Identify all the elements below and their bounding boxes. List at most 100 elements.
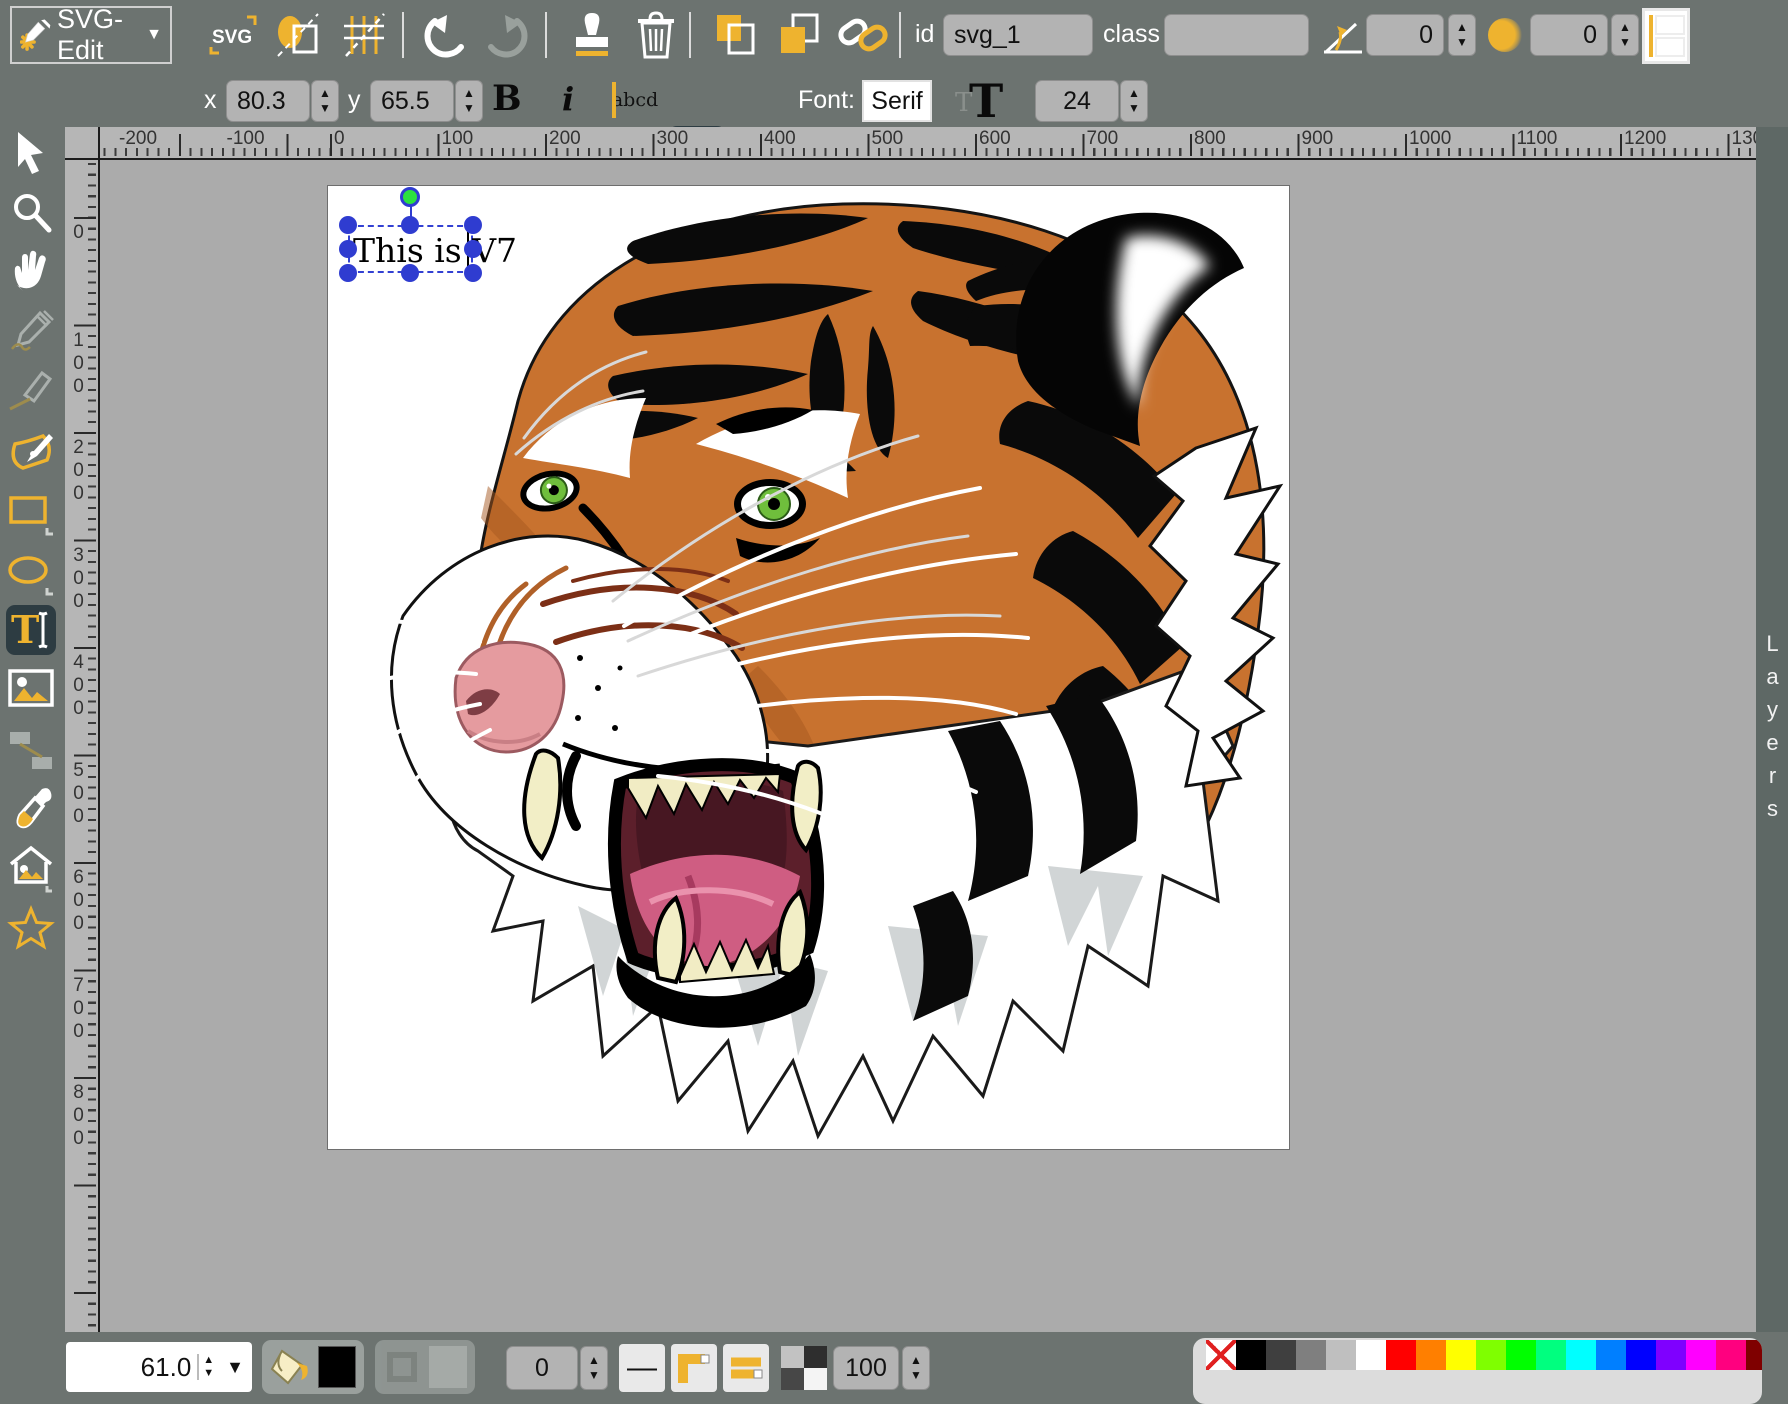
- palette-swatch[interactable]: [1446, 1340, 1476, 1370]
- stroke-width-input[interactable]: 0: [506, 1346, 578, 1390]
- palette-swatch[interactable]: [1416, 1340, 1446, 1370]
- selection-handle-s[interactable]: [401, 264, 419, 282]
- layers-panel-tab[interactable]: Layers: [1756, 127, 1788, 1332]
- tool-shape-library[interactable]: [6, 844, 56, 894]
- fill-color-swatch[interactable]: [318, 1346, 356, 1388]
- tool-pan[interactable]: [6, 246, 56, 296]
- selection-handle-e[interactable]: [464, 240, 482, 258]
- ruler-label: 800: [67, 1082, 89, 1151]
- selection-handle-se[interactable]: [464, 264, 482, 282]
- linejoin-button[interactable]: [671, 1344, 717, 1392]
- angle-input[interactable]: 0: [1366, 14, 1444, 56]
- text-y-input[interactable]: 65.5: [370, 80, 454, 122]
- palette-swatch[interactable]: [1296, 1340, 1326, 1370]
- palette-swatch[interactable]: [1746, 1340, 1762, 1370]
- tool-select[interactable]: [6, 128, 56, 178]
- blur-input[interactable]: 0: [1530, 14, 1608, 56]
- grid-preferences-icon: [338, 10, 390, 60]
- linecap-button[interactable]: [723, 1344, 769, 1392]
- ruler-label: 300: [67, 545, 89, 614]
- delete-button[interactable]: [632, 8, 680, 62]
- clone-button[interactable]: [566, 8, 618, 62]
- palette-swatch[interactable]: [1506, 1340, 1536, 1370]
- main-menu-button[interactable]: SVG-Edit ▼: [10, 6, 172, 64]
- stroke-width-spinner[interactable]: ▲▼: [580, 1346, 608, 1390]
- selection-handle-ne[interactable]: [464, 216, 482, 234]
- italic-button[interactable]: i: [562, 80, 574, 118]
- palette-swatch[interactable]: [1716, 1340, 1746, 1370]
- image-tool-icon: [7, 665, 55, 713]
- svg-edit-app: SVG-Edit ▼ SVG: [0, 0, 1788, 1404]
- panel-indicator[interactable]: [1642, 8, 1690, 64]
- selected-text-element[interactable]: This is V7: [353, 231, 517, 270]
- svg-source-icon: SVG: [212, 27, 252, 48]
- text-anchor-start-button[interactable]: abcd: [606, 74, 664, 126]
- trash-icon: [634, 9, 678, 61]
- opacity-spinner[interactable]: ▲▼: [902, 1346, 930, 1390]
- tool-path[interactable]: [6, 426, 56, 476]
- palette-swatch[interactable]: [1266, 1340, 1296, 1370]
- ruler-label: 900: [1302, 128, 1334, 150]
- ruler-label: -100: [227, 128, 265, 150]
- tool-connector[interactable]: [6, 726, 56, 776]
- tool-image[interactable]: [6, 664, 56, 714]
- move-to-bottom-button[interactable]: [710, 10, 762, 60]
- tool-pencil[interactable]: [6, 308, 56, 358]
- tool-line[interactable]: [6, 366, 56, 416]
- tool-rectangle[interactable]: [6, 488, 56, 538]
- bold-button[interactable]: B: [492, 78, 522, 119]
- tool-star[interactable]: [6, 904, 56, 954]
- drawing-canvas[interactable]: This is V7: [327, 185, 1290, 1150]
- palette-swatch-none[interactable]: [1206, 1340, 1236, 1370]
- palette-swatch[interactable]: [1536, 1340, 1566, 1370]
- palette-swatch[interactable]: [1626, 1340, 1656, 1370]
- zoom-dropdown-arrow[interactable]: ▼: [218, 1357, 252, 1378]
- ruler-label: 0: [67, 222, 89, 245]
- tool-zoom[interactable]: [6, 188, 56, 238]
- palette-swatch[interactable]: [1596, 1340, 1626, 1370]
- palette-swatch[interactable]: [1236, 1340, 1266, 1370]
- zoom-spinner[interactable]: ▲▼: [197, 1354, 218, 1380]
- palette-swatch[interactable]: [1326, 1340, 1356, 1370]
- stroke-color-swatch[interactable]: [429, 1346, 467, 1388]
- palette-swatch[interactable]: [1386, 1340, 1416, 1370]
- angle-spinner[interactable]: ▲▼: [1448, 14, 1476, 56]
- source-editor-button[interactable]: SVG: [206, 12, 260, 58]
- palette-swatch[interactable]: [1566, 1340, 1596, 1370]
- selection-handle-w[interactable]: [339, 240, 357, 258]
- make-link-button[interactable]: [836, 10, 890, 60]
- rotation-handle[interactable]: [400, 187, 420, 207]
- selection-handle-n[interactable]: [401, 216, 419, 234]
- star-tool-icon: [7, 905, 55, 953]
- font-size-spinner[interactable]: ▲▼: [1120, 80, 1148, 122]
- editor-preferences-button[interactable]: [338, 10, 390, 60]
- font-family-button[interactable]: Serif: [862, 80, 932, 122]
- tool-text[interactable]: T: [6, 605, 56, 655]
- zoom-control[interactable]: 61.0 ▲▼ ▼: [66, 1342, 252, 1392]
- element-id-input[interactable]: svg_1: [943, 14, 1093, 56]
- text-y-spinner[interactable]: ▲▼: [455, 80, 483, 122]
- text-x-input[interactable]: 80.3: [226, 80, 310, 122]
- selection-handle-sw[interactable]: [339, 264, 357, 282]
- zoom-value: 61.0: [66, 1352, 197, 1383]
- tool-ellipse[interactable]: [6, 548, 56, 598]
- stroke-dash-select[interactable]: —: [619, 1344, 665, 1392]
- document-properties-button[interactable]: [272, 10, 326, 60]
- ruler-label: 1300: [1732, 128, 1757, 150]
- blur-spinner[interactable]: ▲▼: [1611, 14, 1639, 56]
- undo-button[interactable]: [420, 10, 470, 60]
- palette-swatch[interactable]: [1476, 1340, 1506, 1370]
- workspace[interactable]: This is V7: [100, 160, 1756, 1332]
- element-class-input[interactable]: [1164, 14, 1309, 56]
- move-bottom-icon: [711, 11, 761, 59]
- text-x-spinner[interactable]: ▲▼: [311, 80, 339, 122]
- tool-eyedropper[interactable]: [6, 784, 56, 834]
- redo-button[interactable]: [482, 10, 532, 60]
- move-to-top-button[interactable]: [774, 10, 826, 60]
- palette-swatch[interactable]: [1656, 1340, 1686, 1370]
- palette-swatch[interactable]: [1356, 1340, 1386, 1370]
- selection-handle-nw[interactable]: [339, 216, 357, 234]
- opacity-input[interactable]: 100: [833, 1346, 899, 1390]
- font-size-input[interactable]: 24: [1035, 80, 1119, 122]
- palette-swatch[interactable]: [1686, 1340, 1716, 1370]
